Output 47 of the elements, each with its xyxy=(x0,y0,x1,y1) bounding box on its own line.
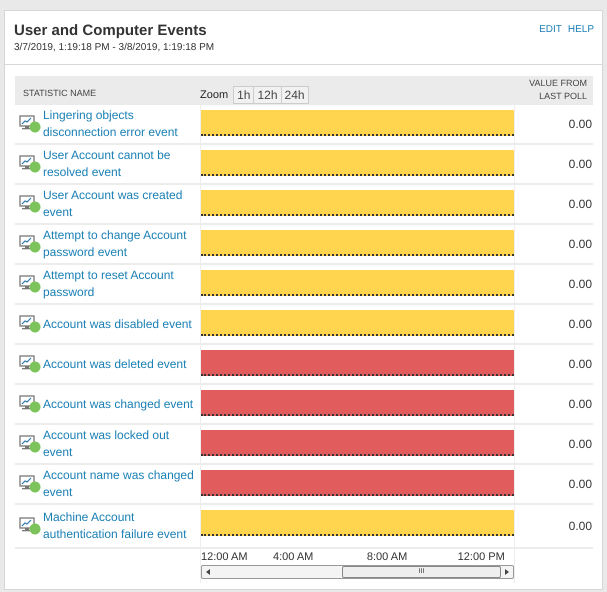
monitor-status-icon xyxy=(19,315,41,333)
zoom-label: Zoom xyxy=(200,88,228,100)
monitor-status-icon xyxy=(19,275,41,293)
zoom-button[interactable]: 24h xyxy=(280,86,309,104)
value-text: 0.00 xyxy=(568,157,592,171)
axis-label: 12:00 AM xyxy=(201,551,248,563)
monitor-status-icon xyxy=(19,235,41,253)
statistic-link[interactable]: Attempt to change Account password event xyxy=(43,227,200,261)
value-text: 0.00 xyxy=(568,437,592,451)
value-text: 0.00 xyxy=(568,477,592,491)
statistic-link[interactable]: Account was disabled event xyxy=(43,316,192,332)
value-text: 0.00 xyxy=(568,519,592,533)
monitor-status-icon xyxy=(19,435,41,453)
column-header: VALUE FROM LAST POLL xyxy=(528,77,588,103)
header-link[interactable]: HELP xyxy=(568,24,594,64)
axis-label: 12:00 PM xyxy=(458,551,505,563)
header-link[interactable]: EDIT xyxy=(539,24,562,64)
value-text: 0.00 xyxy=(568,197,592,211)
statistic-link[interactable]: Account was changed event xyxy=(43,396,194,412)
monitor-status-icon xyxy=(19,355,41,373)
value-text: 0.00 xyxy=(568,117,592,131)
monitor-status-icon xyxy=(19,155,41,173)
panel-title: User and Computer Events xyxy=(14,22,208,39)
zoom-button[interactable]: 1h xyxy=(233,86,254,104)
monitor-status-icon xyxy=(19,195,41,213)
axis-label: 8:00 AM xyxy=(366,551,408,563)
statistic-link[interactable]: Lingering objects disconnection error event xyxy=(43,107,200,141)
statistic-link[interactable]: Attempt to reset Account password xyxy=(43,267,200,301)
value-text: 0.00 xyxy=(568,237,592,251)
monitor-status-icon xyxy=(19,475,41,493)
monitor-status-icon xyxy=(19,517,41,535)
value-text: 0.00 xyxy=(568,317,592,331)
zoom-button[interactable]: 12h xyxy=(253,86,282,104)
statistic-link[interactable]: User Account was created event xyxy=(43,187,200,221)
axis-label: 4:00 AM xyxy=(272,551,314,563)
date-range: 3/7/2019, 1:19:18 PM - 3/8/2019, 1:19:18 PM xyxy=(14,42,214,53)
value-text: 0.00 xyxy=(568,277,592,291)
statistic-link[interactable]: Account was locked out event xyxy=(43,427,200,461)
column-header: STATISTIC NAME xyxy=(23,88,96,98)
monitor-status-icon xyxy=(19,395,41,413)
value-text: 0.00 xyxy=(568,357,592,371)
statistic-link[interactable]: User Account cannot be resolved event xyxy=(43,147,200,181)
value-text: 0.00 xyxy=(568,397,592,411)
statistic-link[interactable]: Machine Account authentication failure event xyxy=(43,509,200,543)
statistic-link[interactable]: Account was deleted event xyxy=(43,356,186,372)
statistic-link[interactable]: Account name was changed event xyxy=(43,467,200,501)
monitor-status-icon xyxy=(19,115,41,133)
